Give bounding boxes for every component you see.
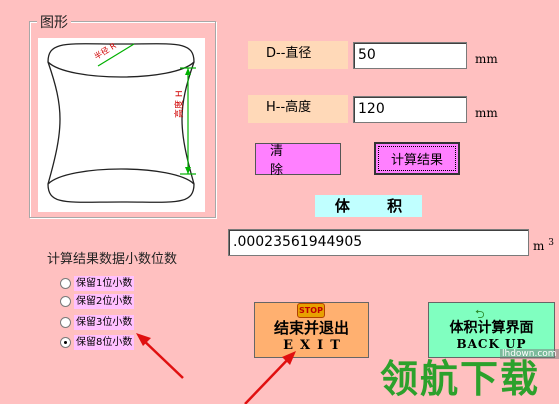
watermark-logo: 领航下载 [380,357,541,401]
annotation-arrow-exit [244,354,293,404]
annotation-arrow-options [139,336,184,379]
annotation-arrows [136,333,296,404]
